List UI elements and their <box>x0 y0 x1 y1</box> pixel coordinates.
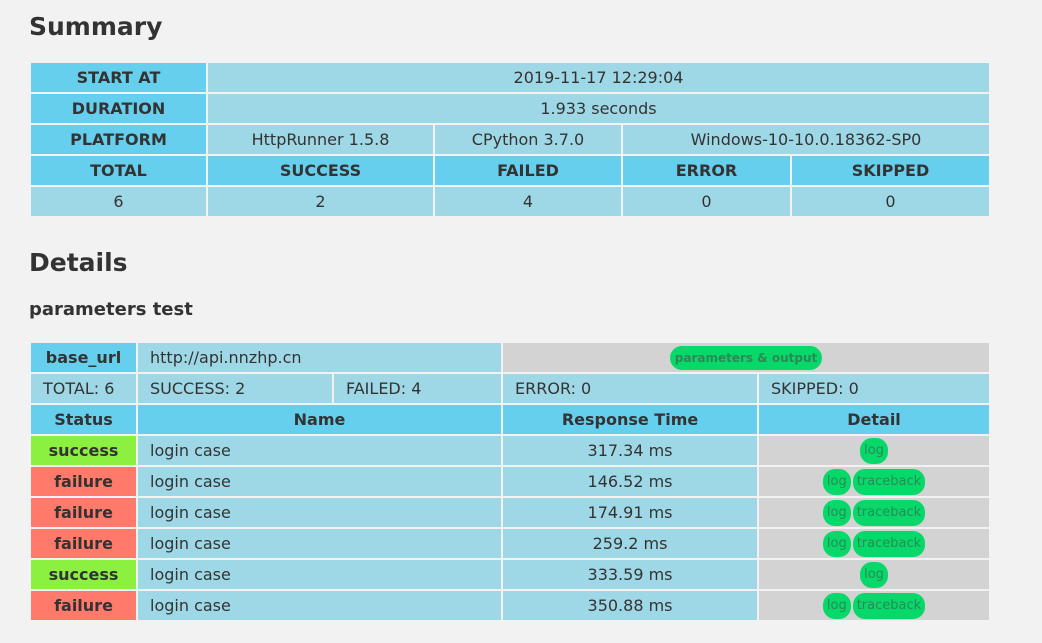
response-time: 259.2 ms <box>501 527 760 560</box>
platform-label: PLATFORM <box>29 123 208 156</box>
table-row: failure login case 350.88 ms log tracebac… <box>29 589 992 622</box>
base-url-row: base_url http://api.nnzhp.cn parameters … <box>29 341 992 374</box>
stat-value-success: 2 <box>206 185 435 218</box>
log-button[interactable]: log <box>860 561 888 588</box>
status-badge: success <box>29 558 138 591</box>
details-header-row: Status Name Response Time Detail <box>29 403 992 436</box>
detail-cell: log traceback <box>757 496 992 529</box>
stat-header-total: TOTAL <box>29 154 208 187</box>
base-url-value: http://api.nnzhp.cn <box>135 341 504 374</box>
status-badge: failure <box>29 465 138 498</box>
case-name: login case <box>135 496 504 529</box>
stat-value-error: 0 <box>621 185 792 218</box>
stat-header-skipped: SKIPPED <box>790 154 991 187</box>
start-at-row: START AT 2019-11-17 12:29:04 <box>29 61 991 94</box>
response-time: 350.88 ms <box>501 589 760 622</box>
response-time: 317.34 ms <box>501 434 760 467</box>
stat-header-failed: FAILED <box>433 154 623 187</box>
base-url-label: base_url <box>29 341 138 374</box>
platform-httprunner: HttpRunner 1.5.8 <box>206 123 435 156</box>
traceback-button[interactable]: traceback <box>852 499 926 526</box>
start-at-label: START AT <box>29 61 208 94</box>
stat-header-row: TOTAL SUCCESS FAILED ERROR SKIPPED <box>29 154 991 187</box>
log-button[interactable]: log <box>822 530 851 557</box>
detail-cell: log traceback <box>757 589 992 622</box>
detail-cell: log traceback <box>757 527 992 560</box>
details-table: base_url http://api.nnzhp.cn parameters … <box>29 341 992 622</box>
detail-cell: log traceback <box>757 465 992 498</box>
traceback-button[interactable]: traceback <box>852 592 926 619</box>
summary-table: START AT 2019-11-17 12:29:04 DURATION 1.… <box>29 61 991 218</box>
stat-header-success: SUCCESS <box>206 154 435 187</box>
status-badge: success <box>29 434 138 467</box>
summary-heading: Summary <box>29 12 163 41</box>
stat-value-total: 6 <box>29 185 208 218</box>
totals-total: TOTAL: 6 <box>29 372 138 405</box>
parameters-output-button[interactable]: parameters & output <box>669 345 823 370</box>
table-row: failure login case 259.2 ms log traceback <box>29 527 992 560</box>
duration-row: DURATION 1.933 seconds <box>29 92 991 125</box>
table-row: failure login case 146.52 ms log tracebac… <box>29 465 992 498</box>
stat-value-row: 6 2 4 0 0 <box>29 185 991 218</box>
duration-value: 1.933 seconds <box>206 92 991 125</box>
stat-header-error: ERROR <box>621 154 792 187</box>
status-badge: failure <box>29 496 138 529</box>
detail-cell: log <box>757 558 992 591</box>
start-at-value: 2019-11-17 12:29:04 <box>206 61 991 94</box>
detail-cell: log <box>757 434 992 467</box>
table-row: success login case 333.59 ms log <box>29 558 992 591</box>
totals-failed: FAILED: 4 <box>331 372 504 405</box>
stat-value-skipped: 0 <box>790 185 991 218</box>
stat-value-failed: 4 <box>433 185 623 218</box>
response-time: 174.91 ms <box>501 496 760 529</box>
totals-skipped: SKIPPED: 0 <box>757 372 992 405</box>
table-row: success login case 317.34 ms log <box>29 434 992 467</box>
response-time: 146.52 ms <box>501 465 760 498</box>
log-button[interactable]: log <box>822 468 851 495</box>
case-name: login case <box>135 434 504 467</box>
column-response-time: Response Time <box>501 403 760 436</box>
params-cell: parameters & output <box>501 341 992 374</box>
totals-error: ERROR: 0 <box>501 372 760 405</box>
platform-row: PLATFORM HttpRunner 1.5.8 CPython 3.7.0 … <box>29 123 991 156</box>
status-badge: failure <box>29 589 138 622</box>
log-button[interactable]: log <box>822 499 851 526</box>
platform-python: CPython 3.7.0 <box>433 123 623 156</box>
status-badge: failure <box>29 527 138 560</box>
case-name: login case <box>135 589 504 622</box>
case-name: login case <box>135 527 504 560</box>
response-time: 333.59 ms <box>501 558 760 591</box>
case-name: login case <box>135 558 504 591</box>
duration-label: DURATION <box>29 92 208 125</box>
details-heading: Details <box>29 248 128 277</box>
case-name: login case <box>135 465 504 498</box>
platform-os: Windows-10-10.0.18362-SP0 <box>621 123 991 156</box>
suite-title: parameters test <box>29 299 193 320</box>
column-detail: Detail <box>757 403 992 436</box>
totals-success: SUCCESS: 2 <box>136 372 334 405</box>
column-status: Status <box>29 403 138 436</box>
traceback-button[interactable]: traceback <box>852 468 926 495</box>
traceback-button[interactable]: traceback <box>852 530 926 557</box>
log-button[interactable]: log <box>822 592 851 619</box>
column-name: Name <box>135 403 504 436</box>
table-row: failure login case 174.91 ms log tracebac… <box>29 496 992 529</box>
totals-row: TOTAL: 6 SUCCESS: 2 FAILED: 4 ERROR: 0 S… <box>29 372 992 405</box>
log-button[interactable]: log <box>860 437 888 464</box>
